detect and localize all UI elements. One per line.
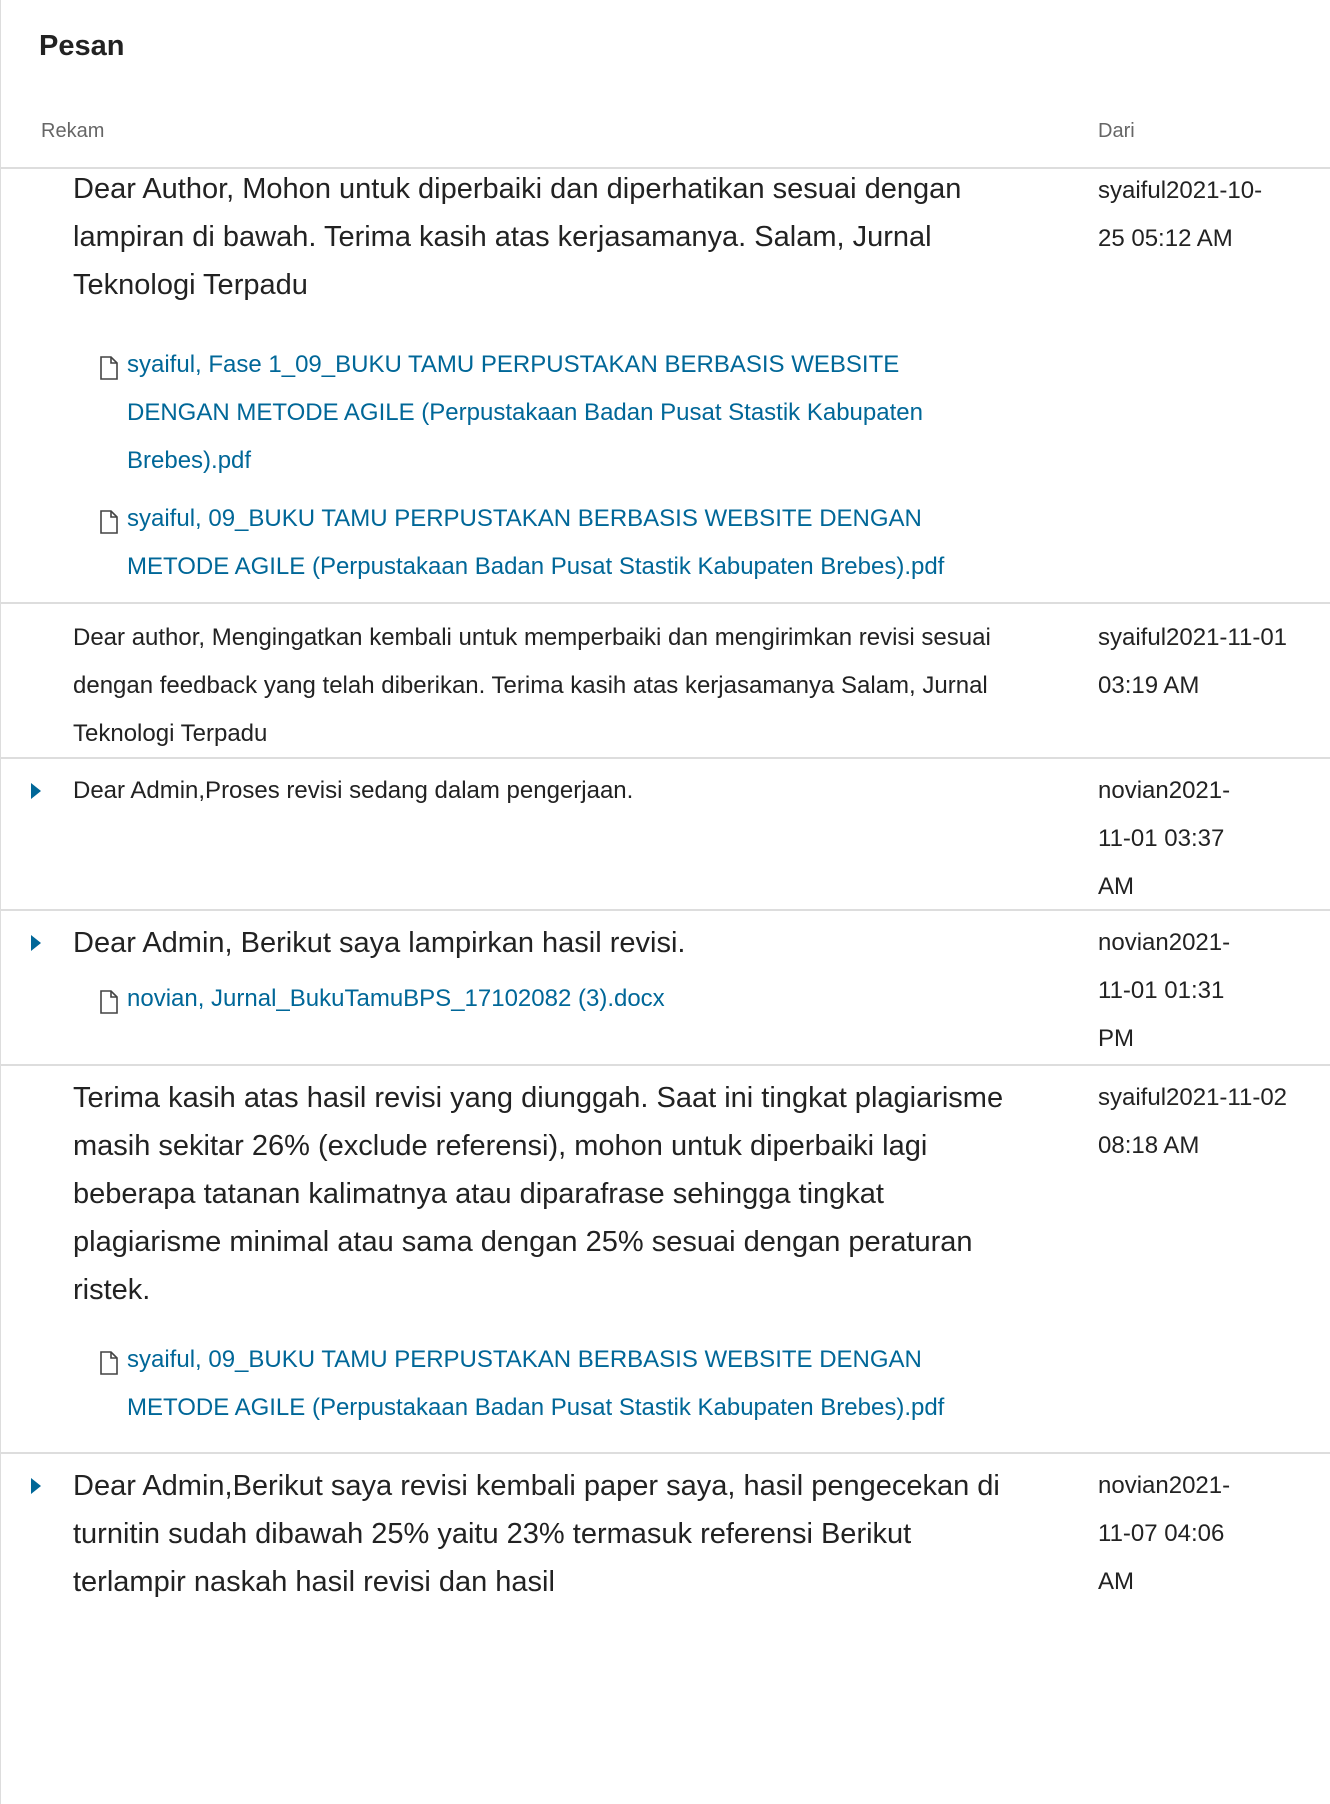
column-header-from: Dari: [1098, 120, 1135, 142]
attachment-link[interactable]: syaiful, Fase 1_09_BUKU TAMU PERPUSTAKAN…: [73, 341, 1021, 485]
attachment-link[interactable]: novian, Jurnal_BukuTamuBPS_17102082 (3).…: [73, 975, 1021, 1031]
expand-toggle-icon[interactable]: [31, 783, 41, 799]
file-icon: [99, 1344, 127, 1392]
message-row: Dear Author, Mohon untuk diperbaiki dan …: [1, 169, 1330, 604]
file-icon: [99, 983, 127, 1031]
column-header-record: Rekam: [41, 120, 105, 142]
message-from: novian2021-11-01 01:31 PM: [1098, 929, 1231, 1052]
messages-panel: Pesan Rekam Dari Dear Author, Mohon untu…: [0, 0, 1330, 1804]
message-text: Dear Admin, Berikut saya lampirkan hasil…: [73, 927, 686, 959]
message-row: Dear author, Mengingatkan kembali untuk …: [1, 604, 1330, 759]
message-text: Terima kasih atas hasil revisi yang diun…: [73, 1082, 1004, 1306]
message-from: syaiful2021-11-02 08:18 AM: [1098, 1084, 1288, 1159]
expand-toggle-icon[interactable]: [31, 1478, 41, 1494]
message-from: novian2021-11-01 03:37 AM: [1098, 777, 1231, 900]
message-text: Dear Author, Mohon untuk diperbaiki dan …: [73, 173, 962, 301]
file-icon: [99, 503, 127, 551]
message-from: syaiful2021-10-25 05:12 AM: [1098, 177, 1263, 252]
attachment-name: syaiful, 09_BUKU TAMU PERPUSTAKAN BERBAS…: [127, 1346, 945, 1421]
file-icon: [99, 349, 127, 397]
message-from: novian2021-11-07 04:06 AM: [1098, 1472, 1231, 1595]
message-from: syaiful2021-11-01 03:19 AM: [1098, 624, 1288, 699]
attachment-name: novian, Jurnal_BukuTamuBPS_17102082 (3).…: [127, 985, 665, 1012]
message-row: Dear Admin,Berikut saya revisi kembali p…: [1, 1454, 1330, 1654]
message-text: Dear author, Mengingatkan kembali untuk …: [73, 624, 991, 747]
message-row: Terima kasih atas hasil revisi yang diun…: [1, 1066, 1330, 1454]
message-text: Dear Admin,Berikut saya revisi kembali p…: [73, 1470, 1000, 1598]
message-row: Dear Admin,Proses revisi sedang dalam pe…: [1, 759, 1330, 911]
panel-title: Pesan: [39, 30, 125, 62]
attachment-link[interactable]: syaiful, 09_BUKU TAMU PERPUSTAKAN BERBAS…: [73, 495, 1021, 591]
message-row: Dear Admin, Berikut saya lampirkan hasil…: [1, 911, 1330, 1066]
message-list: Dear Author, Mohon untuk diperbaiki dan …: [1, 169, 1330, 1654]
attachment-name: syaiful, 09_BUKU TAMU PERPUSTAKAN BERBAS…: [127, 505, 945, 580]
attachment-name: syaiful, Fase 1_09_BUKU TAMU PERPUSTAKAN…: [127, 351, 923, 474]
attachment-link[interactable]: syaiful, 09_BUKU TAMU PERPUSTAKAN BERBAS…: [73, 1336, 1021, 1432]
expand-toggle-icon[interactable]: [31, 935, 41, 951]
message-text: Dear Admin,Proses revisi sedang dalam pe…: [73, 777, 634, 804]
